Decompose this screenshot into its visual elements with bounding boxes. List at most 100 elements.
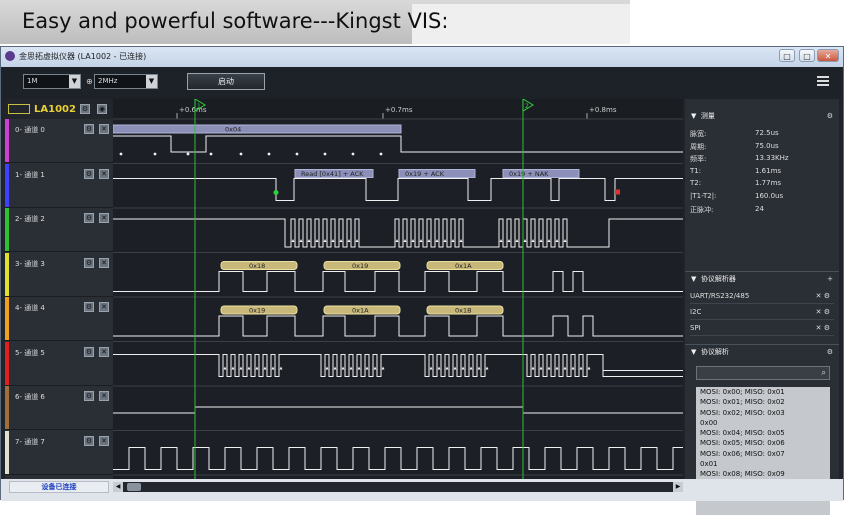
measurement-section: ▼ 测量 ⚙ — [685, 109, 839, 123]
channel-5-arrow — [579, 366, 583, 370]
channel-row[interactable]: 5- 通道 5 ⚙ ✕ — [5, 341, 113, 386]
decode-header[interactable]: ▼ 协议解析 ⚙ — [685, 345, 839, 359]
device-header: LA1002 ⚙ ◉ — [5, 99, 113, 119]
channel-row[interactable]: 6- 通道 6 ⚙ ✕ — [5, 386, 113, 430]
channel-5-arrow — [587, 366, 591, 370]
channel-2-arrow — [315, 239, 319, 242]
analyzer-item[interactable]: UART/RS232/485 ✕ ⚙ — [690, 289, 834, 304]
channel-close-button[interactable]: ✕ — [99, 168, 109, 179]
decode-line[interactable]: MOSI: 0x04; MISO: 0x05 — [696, 428, 830, 438]
channel-close-button[interactable]: ✕ — [99, 302, 109, 312]
search-icon: ⌕ — [821, 368, 826, 377]
channel-2-arrow — [419, 239, 423, 242]
channel-close-button[interactable]: ✕ — [99, 257, 109, 268]
decode-line[interactable]: 0x00 — [696, 418, 830, 428]
ruler-tick-label: +0.6ms — [179, 106, 207, 114]
channel-close-button[interactable]: ✕ — [99, 346, 109, 357]
channel-label: 6- 通道 6 — [15, 393, 45, 401]
channel-settings-button[interactable]: ⚙ — [84, 302, 94, 312]
channel-row[interactable]: 1- 通道 1 ⚙ ✕ — [5, 163, 113, 208]
channel-settings-button[interactable]: ⚙ — [84, 435, 94, 446]
measurement-header[interactable]: ▼ 测量 ⚙ — [685, 109, 839, 123]
menu-icon[interactable] — [817, 76, 829, 86]
waveform-area[interactable]: +0.6ms +0.7ms +0.8ms 0x04 Read [0x41] + ACK 0… — [113, 99, 683, 479]
decode-line[interactable]: MOSI: 0x02; MISO: 0x03 — [696, 408, 830, 418]
start-button[interactable]: 启动 — [187, 73, 265, 90]
measurement-label: T2: — [690, 179, 702, 188]
add-analyzer-icon[interactable]: + — [827, 272, 833, 286]
channel-close-button[interactable]: ✕ — [99, 124, 109, 134]
channel-label: 5- 通道 5 — [15, 348, 45, 357]
channel-0-annotation-bar — [113, 124, 402, 134]
channel-row[interactable]: 2- 通道 2 ⚙ ✕ — [5, 208, 113, 252]
analyzer-controls-icon[interactable]: ✕ ⚙ — [816, 305, 830, 319]
horizontal-scrollbar[interactable]: ◀ ▶ — [113, 482, 683, 492]
channel-5-arrow — [437, 366, 441, 370]
scroll-left-icon[interactable]: ◀ — [113, 482, 123, 492]
channel-2-arrow — [539, 239, 543, 242]
channel-4-waveform — [113, 315, 683, 337]
waveform-icon — [8, 104, 30, 114]
analyzer-label: I2C — [690, 308, 702, 316]
channel-5-arrow — [477, 366, 481, 370]
channel-5-arrow — [231, 366, 235, 370]
channel-row[interactable]: 4- 通道 4 ⚙ ✕ — [5, 297, 113, 341]
gear-icon[interactable]: ⚙ — [827, 345, 833, 359]
channel-panel: LA1002 ⚙ ◉ 0- 通道 0 ⚙ ✕ 1- 通道 1 ⚙ ✕ 2- 通道 2 ⚙ ✕ 3-… — [5, 99, 113, 479]
chevron-down-icon: ▼ — [146, 75, 157, 88]
close-button[interactable]: ✕ — [817, 49, 839, 62]
waveform-canvas[interactable]: +0.6ms +0.7ms +0.8ms 0x04 Read [0x41] + ACK 0… — [113, 99, 683, 479]
channel-4-annotation: 0x19 — [249, 307, 265, 315]
channel-2-arrow — [555, 239, 559, 242]
channel-close-button[interactable]: ✕ — [99, 391, 109, 401]
channel-5-arrow — [531, 366, 535, 370]
channel-0-marker — [239, 152, 243, 156]
decode-line[interactable]: 0x01 — [696, 459, 830, 469]
channel-close-button[interactable]: ✕ — [99, 435, 109, 446]
scroll-thumb[interactable] — [127, 483, 141, 491]
channel-settings-button[interactable]: ⚙ — [84, 213, 94, 223]
channel-row[interactable]: 3- 通道 3 ⚙ ✕ — [5, 252, 113, 297]
decode-line[interactable]: MOSI: 0x00; MISO: 0x01 — [696, 387, 830, 397]
channel-settings-button[interactable]: ⚙ — [84, 168, 94, 179]
scroll-right-icon[interactable]: ▶ — [673, 482, 683, 492]
channel-row[interactable]: 0- 通道 0 ⚙ ✕ — [5, 119, 113, 163]
analyzer-item[interactable]: I2C ✕ ⚙ — [690, 305, 834, 320]
channel-2-arrow — [459, 239, 463, 242]
analyzer-controls-icon[interactable]: ✕ ⚙ — [816, 321, 830, 335]
channel-settings-button[interactable]: ⚙ — [84, 391, 94, 401]
analyzer-controls-icon[interactable]: ✕ ⚙ — [816, 289, 830, 303]
analyzer-item[interactable]: SPI ✕ ⚙ — [690, 321, 834, 336]
decode-line[interactable]: MOSI: 0x05; MISO: 0x06 — [696, 438, 830, 448]
caption-text: Easy and powerful software---Kingst VIS: — [22, 9, 449, 33]
device-info-button[interactable]: ◉ — [97, 104, 107, 114]
maximize-button[interactable]: □ — [799, 49, 815, 62]
caption-banner: Easy and powerful software---Kingst VIS: — [0, 0, 630, 44]
analyzer-label: UART/RS232/485 — [690, 292, 750, 300]
channel-0-marker — [323, 152, 327, 156]
minimize-button[interactable]: □ — [779, 49, 795, 62]
channel-1-annotation: 0x19 + ACK — [405, 170, 445, 178]
gear-icon[interactable]: ⚙ — [827, 109, 833, 123]
measurement-value: 72.5us — [755, 129, 779, 137]
channel-close-button[interactable]: ✕ — [99, 213, 109, 223]
channel-2-arrow — [523, 239, 527, 242]
ruler-tick-label: +0.8ms — [589, 106, 617, 114]
channel-2-arrow — [323, 239, 327, 242]
channel-row[interactable]: 7- 通道 7 ⚙ ✕ — [5, 430, 113, 475]
channel-7-waveform — [113, 447, 683, 470]
device-settings-button[interactable]: ⚙ — [80, 104, 90, 114]
channel-2-arrow — [307, 239, 311, 242]
channel-settings-button[interactable]: ⚙ — [84, 257, 94, 268]
channel-settings-button[interactable]: ⚙ — [84, 124, 94, 134]
measurement-value: 1.61ms — [755, 166, 782, 175]
decode-line[interactable]: MOSI: 0x01; MISO: 0x02 — [696, 397, 830, 407]
channel-5-waveform — [113, 354, 683, 377]
sample-depth-select[interactable]: 1M ▼ — [23, 74, 81, 89]
analyzer-header[interactable]: ▼ 协议解析器 + — [685, 272, 839, 286]
decode-line[interactable]: MOSI: 0x06; MISO: 0x07 — [696, 449, 830, 459]
channel-2-arrow — [427, 239, 431, 242]
sample-rate-select[interactable]: 2MHz ▼ — [94, 74, 158, 89]
decode-search-input[interactable]: ⌕ — [696, 366, 830, 380]
channel-settings-button[interactable]: ⚙ — [84, 346, 94, 357]
